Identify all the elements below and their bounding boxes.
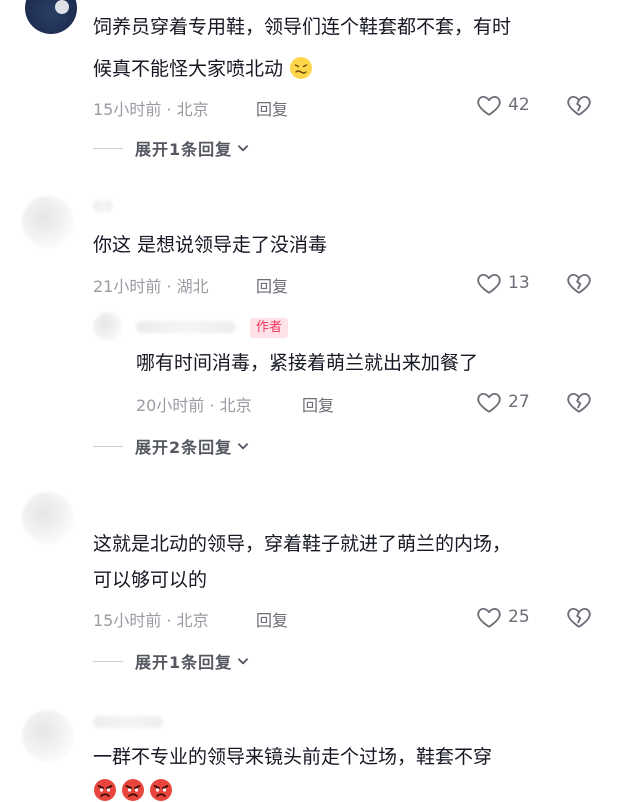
username-redacted	[93, 716, 163, 728]
reply-text: 哪有时间消毒，紧接着萌兰就出来加餐了	[136, 352, 479, 374]
reply-button[interactable]: 回复	[256, 96, 288, 120]
like-button[interactable]: 42	[476, 92, 530, 118]
expand-replies-button[interactable]: 展开2条回复	[93, 434, 250, 458]
like-button[interactable]: 13	[476, 270, 530, 296]
broken-heart-icon	[566, 604, 592, 630]
broken-heart-icon	[566, 389, 592, 415]
divider-line	[93, 445, 123, 447]
avatar[interactable]	[22, 710, 74, 762]
author-badge: 作者	[250, 318, 289, 338]
comment-text-continued: 候真不能怪大家喷北动	[93, 52, 313, 86]
angry-face-emoji-icon	[121, 778, 145, 802]
divider-line	[93, 660, 123, 662]
comment-text-line-1: 饲养员穿着专用鞋，领导们连个鞋套都不套，有时	[93, 16, 512, 38]
chevron-down-icon	[236, 439, 250, 453]
avatar[interactable]	[25, 0, 77, 34]
chevron-down-icon	[236, 654, 250, 668]
reply-button[interactable]: 回复	[256, 273, 288, 297]
comment-text-line-1: 这就是北动的领导，穿着鞋子就进了萌兰的内场，	[93, 533, 512, 555]
comment-text: 这就是北动的领导，穿着鞋子就进了萌兰的内场，	[93, 527, 511, 561]
reply-button[interactable]: 回复	[256, 607, 288, 631]
avatar[interactable]	[93, 312, 123, 342]
like-count: 25	[508, 607, 530, 627]
dislike-button[interactable]	[566, 389, 592, 415]
like-button[interactable]: 27	[476, 389, 530, 415]
comment-text-continued: 可以够可以的	[93, 563, 207, 597]
comment-text: 一群不专业的领导来镜头前走个过场，鞋套不穿	[93, 746, 493, 768]
divider-line	[93, 147, 123, 149]
sick-face-emoji-icon	[289, 56, 313, 80]
comment-text-line-2: 候真不能怪大家喷北动	[93, 58, 284, 80]
heart-outline-icon	[476, 92, 502, 118]
reply-button[interactable]: 回复	[302, 392, 334, 416]
comment-meta: 21小时前 · 湖北	[93, 277, 209, 296]
expand-replies-button[interactable]: 展开1条回复	[93, 649, 250, 673]
expand-replies-label: 展开1条回复	[135, 140, 233, 159]
heart-outline-icon	[476, 604, 502, 630]
avatar[interactable]	[22, 196, 74, 248]
avatar[interactable]	[22, 492, 74, 544]
comment-text-line-2: 可以够可以的	[93, 569, 208, 591]
expand-replies-label: 展开1条回复	[135, 653, 233, 672]
emoji-row	[93, 778, 173, 802]
comment-meta: 15小时前 · 北京	[93, 100, 209, 119]
dislike-button[interactable]	[566, 270, 592, 296]
broken-heart-icon	[566, 270, 592, 296]
expand-replies-button[interactable]: 展开1条回复	[93, 136, 250, 160]
like-count: 13	[508, 273, 530, 293]
comment-text: 你这 是想说领导走了没消毒	[93, 234, 328, 256]
expand-replies-label: 展开2条回复	[135, 438, 233, 457]
like-count: 42	[508, 95, 530, 115]
comment-meta: 15小时前 · 北京	[93, 611, 209, 630]
heart-outline-icon	[476, 389, 502, 415]
broken-heart-icon	[566, 92, 592, 118]
reply-meta: 20小时前 · 北京	[136, 396, 252, 415]
dislike-button[interactable]	[566, 92, 592, 118]
heart-outline-icon	[476, 270, 502, 296]
like-count: 27	[508, 392, 530, 412]
angry-face-emoji-icon	[93, 778, 117, 802]
dislike-button[interactable]	[566, 604, 592, 630]
like-button[interactable]: 25	[476, 604, 530, 630]
comment-text: 饲养员穿着专用鞋，领导们连个鞋套都不套，有时	[93, 10, 511, 44]
username-redacted	[93, 200, 113, 212]
username-redacted	[136, 321, 236, 333]
angry-face-emoji-icon	[149, 778, 173, 802]
chevron-down-icon	[236, 141, 250, 155]
